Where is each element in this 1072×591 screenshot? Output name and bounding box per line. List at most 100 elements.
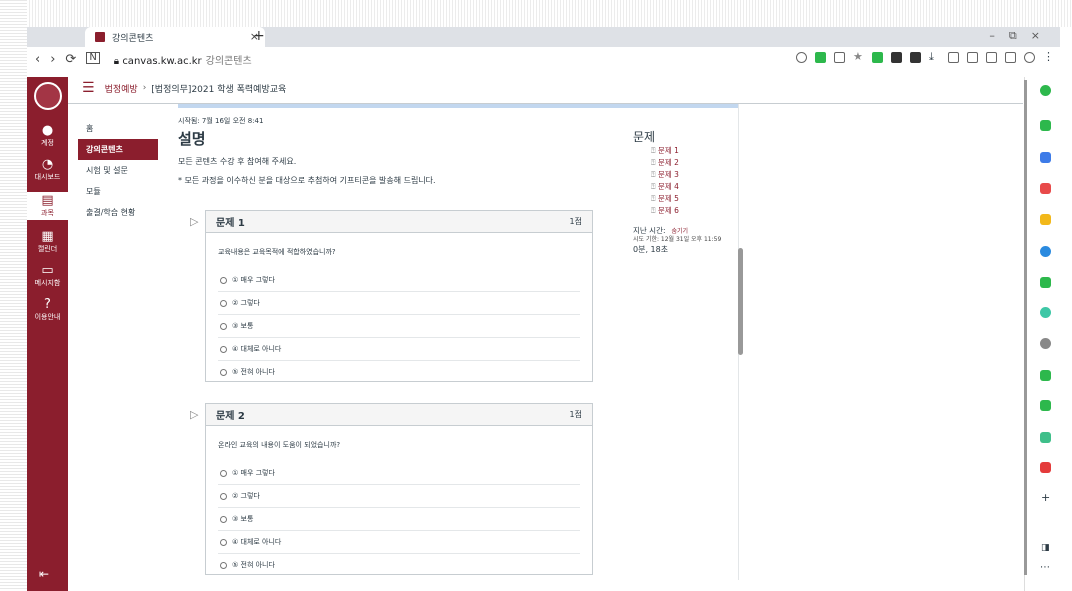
dashboard-icon: ◔: [41, 157, 54, 172]
course-nav-home[interactable]: 홈: [78, 118, 158, 139]
course-nav-quizzes[interactable]: 시험 및 설문: [78, 160, 158, 181]
play-icon[interactable]: [1040, 307, 1051, 318]
question-link[interactable]: ⍰ 문제 6: [651, 205, 728, 217]
more-icon[interactable]: ⋯: [1040, 562, 1050, 573]
question-mark-icon: ⍰: [651, 194, 656, 203]
chat-icon[interactable]: [1040, 120, 1051, 131]
university-logo[interactable]: [33, 82, 62, 110]
global-nav-courses[interactable]: ▤ 과목: [27, 192, 68, 220]
question-card: 문제 2 1점 온라인 교육의 내용이 도움이 되었습니까? ① 매우 그렇다 ②…: [205, 403, 593, 575]
question-mark-icon: ⍰: [651, 158, 656, 167]
webtoon-icon[interactable]: [1040, 432, 1051, 443]
answer-option[interactable]: ③ 보통: [218, 314, 580, 337]
hide-timer-link[interactable]: 숨기기: [672, 228, 689, 235]
browser-tab[interactable]: 강의콘텐츠 ×: [85, 27, 265, 47]
url-field[interactable]: 🔒︎ canvas.kw.ac.kr 강의콘텐츠: [114, 52, 252, 67]
answer-option[interactable]: ④ 대체로 아니다: [218, 530, 580, 553]
answer-option[interactable]: ① 매우 그렇다: [218, 462, 580, 484]
question-points: 1점: [569, 410, 582, 419]
radio-icon[interactable]: [220, 276, 227, 284]
star-icon[interactable]: ★: [853, 51, 864, 63]
collapse-nav-icon[interactable]: ⇤: [39, 567, 49, 581]
global-nav-calendar[interactable]: ▦ 캘린더: [27, 230, 68, 254]
new-tab-icon[interactable]: +: [253, 28, 265, 44]
flag-question-icon[interactable]: ▷: [190, 215, 198, 228]
sidebar-icon[interactable]: [1005, 52, 1016, 63]
reload-icon[interactable]: ⟳: [65, 52, 76, 67]
add-app-icon[interactable]: +: [1041, 491, 1050, 504]
question-link[interactable]: ⍰ 문제 4: [651, 181, 728, 193]
home-icon[interactable]: N: [86, 51, 100, 64]
cast-icon[interactable]: [948, 52, 959, 63]
course-nav-modules[interactable]: 모듈: [78, 181, 158, 202]
outer-frame-left: [0, 0, 27, 591]
question-title: 문제 1: [216, 218, 245, 229]
news-icon[interactable]: [1040, 462, 1051, 473]
menu-icon[interactable]: ⋮: [1043, 51, 1054, 63]
camera-icon[interactable]: [967, 52, 978, 63]
browser-sidebar-scrollbar[interactable]: [1024, 80, 1027, 575]
question-link[interactable]: ⍰ 문제 3: [651, 169, 728, 181]
answer-option[interactable]: ① 매우 그렇다: [218, 269, 580, 291]
forward-icon[interactable]: ›: [50, 52, 55, 67]
answer-option[interactable]: ⑤ 전혀 아니다: [218, 360, 580, 383]
question-link[interactable]: ⍰ 문제 1: [651, 145, 728, 157]
pocket-icon[interactable]: [1040, 183, 1051, 194]
radio-icon[interactable]: [220, 299, 227, 307]
page-scrollbar[interactable]: [738, 248, 743, 355]
back-icon[interactable]: ‹: [35, 52, 40, 67]
question-mark-icon: ⍰: [651, 182, 656, 191]
answer-option[interactable]: ② 그렇다: [218, 484, 580, 507]
profile-icon[interactable]: [1024, 52, 1035, 63]
global-nav: ● 계정 ◔ 대시보드 ▤ 과목 ▦ 캘린더 ▭ 메시지함 ? 이용안내 ⇤: [27, 77, 68, 591]
extension-icon[interactable]: [910, 52, 921, 63]
flag-question-icon[interactable]: ▷: [190, 408, 198, 421]
avatar-app-icon[interactable]: [1040, 338, 1051, 349]
question-link[interactable]: ⍰ 문제 5: [651, 193, 728, 205]
star-app-icon[interactable]: [1040, 214, 1051, 225]
breadcrumb-course[interactable]: 법정예방: [105, 82, 138, 95]
global-nav-help[interactable]: ? 이용안내: [27, 298, 68, 322]
answer-option[interactable]: ④ 대체로 아니다: [218, 337, 580, 360]
breadcrumb-page[interactable]: [법정의무]2021 학생 폭력예방교육: [151, 82, 286, 95]
messenger-icon[interactable]: [1040, 370, 1051, 381]
global-nav-inbox[interactable]: ▭ 메시지함: [27, 264, 68, 288]
radio-icon[interactable]: [220, 492, 227, 500]
window-controls[interactable]: –⧉×: [989, 29, 1054, 43]
page-title: 설명: [178, 130, 206, 148]
radio-icon[interactable]: [220, 561, 227, 569]
extension-icon[interactable]: [891, 52, 902, 63]
answer-option[interactable]: ⑤ 전혀 아니다: [218, 553, 580, 576]
quiz-started-time: 시작됨: 7월 16일 오전 8:41: [178, 117, 264, 125]
zoom-icon[interactable]: [796, 52, 807, 63]
calendar-app-icon[interactable]: [1040, 152, 1051, 163]
radio-icon[interactable]: [220, 469, 227, 477]
download-icon[interactable]: ⤓: [929, 51, 940, 63]
green-app-icon[interactable]: [1040, 400, 1051, 411]
answer-option[interactable]: ③ 보통: [218, 507, 580, 530]
radio-icon[interactable]: [220, 345, 227, 353]
course-nav-content[interactable]: 강의콘텐츠: [78, 139, 158, 160]
radio-icon[interactable]: [220, 368, 227, 376]
extension-icon[interactable]: [872, 52, 883, 63]
shield-icon[interactable]: [834, 52, 845, 63]
extension-toolbar: ★ ⤓ ⋮: [796, 51, 1054, 63]
app-icon[interactable]: [1040, 85, 1051, 96]
radio-icon[interactable]: [220, 515, 227, 523]
global-nav-dashboard[interactable]: ◔ 대시보드: [27, 158, 68, 182]
reader-icon[interactable]: [986, 52, 997, 63]
radio-icon[interactable]: [220, 322, 227, 330]
question-text: 교육내용은 교육목적에 적합하였습니까?: [218, 248, 336, 256]
answer-option[interactable]: ② 그렇다: [218, 291, 580, 314]
outer-frame-top: [0, 0, 1072, 27]
line-icon[interactable]: [1040, 277, 1051, 288]
radio-icon[interactable]: [220, 538, 227, 546]
panel-toggle-icon[interactable]: ◨: [1041, 543, 1050, 553]
course-nav-attendance[interactable]: 출결/학습 현황: [78, 202, 158, 223]
extension-icon[interactable]: [815, 52, 826, 63]
time-elapsed: 지난 시간: 숨기기: [633, 226, 689, 235]
question-link[interactable]: ⍰ 문제 2: [651, 157, 728, 169]
edge-icon[interactable]: [1040, 246, 1051, 257]
global-nav-account[interactable]: ● 계정: [27, 124, 68, 148]
hamburger-icon[interactable]: ☰: [82, 80, 95, 96]
